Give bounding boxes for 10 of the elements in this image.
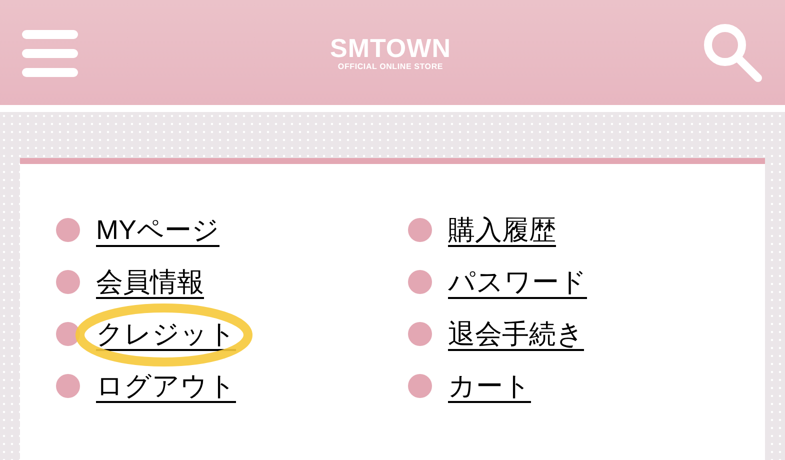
menu-link[interactable]: カート: [448, 369, 531, 403]
menu-link[interactable]: パスワード: [448, 265, 587, 299]
logo-subtitle: OFFICIAL ONLINE STORE: [338, 62, 444, 72]
menu-link[interactable]: 退会手続き: [448, 317, 584, 351]
menu-icon[interactable]: [22, 28, 78, 78]
menu-link[interactable]: 購入履歴: [448, 213, 556, 247]
menu-link[interactable]: 会員情報: [96, 265, 204, 299]
menu-link[interactable]: MYページ: [96, 213, 220, 247]
menu-link[interactable]: ログアウト: [96, 369, 236, 403]
search-icon[interactable]: [702, 22, 763, 82]
